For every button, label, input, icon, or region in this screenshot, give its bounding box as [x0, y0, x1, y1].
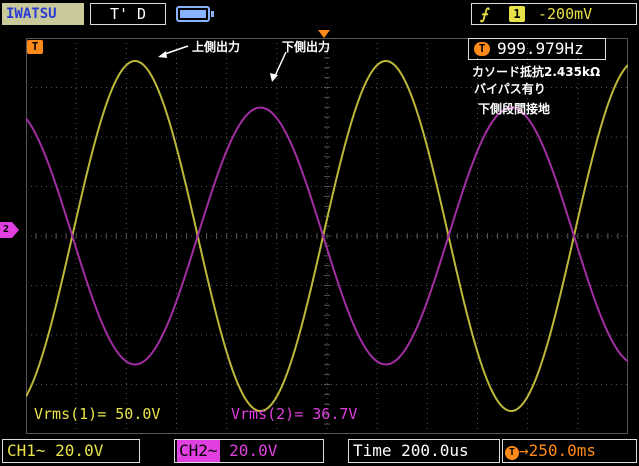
vrms-ch1: Vrms(1)= 50.0V — [34, 405, 161, 423]
arrow-lower-output-head — [270, 73, 278, 82]
ch2-tag: CH2~ — [177, 440, 220, 462]
timebase[interactable]: Time 200.0us — [348, 439, 500, 463]
arrow-lower-output — [274, 51, 287, 77]
delay-value: →250.0ms — [519, 441, 597, 460]
trigger-delay[interactable]: T →250.0ms — [502, 439, 637, 463]
bottom-status-bar: CH1~ 20.0V CH2~ 20.0V Time 200.0us T →250… — [0, 436, 639, 466]
vrms-ch2: Vrms(2)= 36.7V — [231, 405, 358, 423]
arrow-upper-output-head — [158, 51, 167, 58]
delay-trigger-icon: T — [505, 446, 519, 460]
annotation-arrows — [158, 45, 287, 82]
ch1-scale[interactable]: CH1~ 20.0V — [2, 439, 140, 463]
ch2-scale[interactable]: CH2~ 20.0V — [174, 439, 324, 463]
ch2-scale-value: 20.0V — [229, 441, 278, 460]
